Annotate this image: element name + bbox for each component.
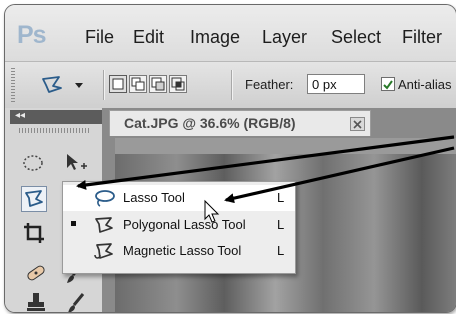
- intersect-selection-icon: [171, 77, 185, 91]
- clone-stamp-tool[interactable]: [23, 290, 49, 312]
- menu-image[interactable]: Image: [190, 27, 240, 48]
- menu-edit[interactable]: Edit: [133, 27, 164, 48]
- lasso-tool-slot[interactable]: [21, 186, 47, 212]
- menu-filter[interactable]: Filter: [402, 27, 442, 48]
- crop-icon: [24, 223, 44, 243]
- marquee-tool[interactable]: [21, 150, 47, 176]
- tools-panel-grip[interactable]: [19, 128, 89, 133]
- healing-brush-tool[interactable]: [23, 260, 49, 286]
- close-document-button[interactable]: [350, 117, 365, 131]
- move-icon: [67, 154, 87, 170]
- checkmark-icon: [383, 80, 393, 90]
- polygonal-lasso-icon: [95, 217, 113, 233]
- document-title: Cat.JPG @ 36.6% (RGB/8): [124, 115, 296, 131]
- collapse-panel-icon[interactable]: ◂◂: [15, 110, 25, 121]
- screenshot-stage: Ps File Edit Image Layer Select Filter F…: [0, 0, 456, 314]
- lasso-flyout-menu: Lasso Tool L Polygonal Lasso Tool L Magn…: [62, 181, 296, 274]
- menu-file[interactable]: File: [85, 27, 114, 48]
- tools-panel-header[interactable]: ◂◂: [10, 110, 102, 124]
- polygonal-lasso-icon: [42, 76, 83, 93]
- flyout-item-label: Magnetic Lasso Tool: [123, 243, 242, 258]
- options-bar-grip[interactable]: [11, 68, 15, 102]
- intersect-selection-button[interactable]: [169, 75, 187, 93]
- flyout-item-magnetic-lasso[interactable]: Magnetic Lasso Tool L: [63, 238, 295, 264]
- feather-input[interactable]: 0 px: [307, 74, 365, 94]
- history-brush-icon: [68, 293, 85, 312]
- elliptical-marquee-icon: [23, 155, 43, 171]
- history-brush-tool[interactable]: [63, 290, 89, 312]
- flyout-item-lasso[interactable]: Lasso Tool L: [63, 185, 295, 211]
- stamp-icon: [27, 293, 45, 311]
- crop-tool[interactable]: [21, 220, 47, 246]
- document-tab[interactable]: Cat.JPG @ 36.6% (RGB/8): [109, 110, 371, 136]
- lasso-icon: [95, 190, 115, 207]
- selected-bullet-icon: [71, 221, 76, 226]
- antialias-checkbox[interactable]: [381, 77, 395, 91]
- flyout-item-label: Lasso Tool: [123, 190, 185, 205]
- options-bar: Feather: 0 px Anti-alias: [5, 61, 456, 109]
- subtract-selection-icon: [151, 77, 165, 91]
- polygonal-lasso-icon: [25, 190, 43, 207]
- feather-label: Feather:: [245, 77, 294, 92]
- photoshop-window: Ps File Edit Image Layer Select Filter F…: [4, 4, 456, 313]
- tool-preset-picker[interactable]: [37, 74, 95, 96]
- add-to-selection-button[interactable]: [129, 75, 147, 93]
- add-selection-icon: [131, 77, 145, 91]
- menu-bar: Ps File Edit Image Layer Select Filter: [5, 5, 456, 61]
- new-selection-icon: [112, 78, 124, 90]
- options-separator: [103, 70, 105, 100]
- flyout-item-shortcut: L: [277, 243, 285, 258]
- menu-select[interactable]: Select: [331, 27, 381, 48]
- canvas-ruler: [115, 138, 456, 155]
- new-selection-button[interactable]: [109, 75, 127, 93]
- menu-layer[interactable]: Layer: [262, 27, 307, 48]
- flyout-item-polygonal-lasso[interactable]: Polygonal Lasso Tool L: [63, 212, 295, 238]
- flyout-item-shortcut: L: [277, 190, 285, 205]
- bandage-icon: [27, 265, 45, 281]
- subtract-from-selection-button[interactable]: [149, 75, 167, 93]
- magnetic-lasso-icon: [94, 243, 113, 259]
- app-logo: Ps: [17, 21, 47, 49]
- move-tool[interactable]: [63, 150, 89, 176]
- close-icon: [353, 120, 362, 129]
- antialias-label: Anti-alias: [398, 77, 452, 92]
- options-separator: [231, 70, 233, 100]
- flyout-item-label: Polygonal Lasso Tool: [123, 217, 246, 232]
- flyout-item-shortcut: L: [277, 217, 285, 232]
